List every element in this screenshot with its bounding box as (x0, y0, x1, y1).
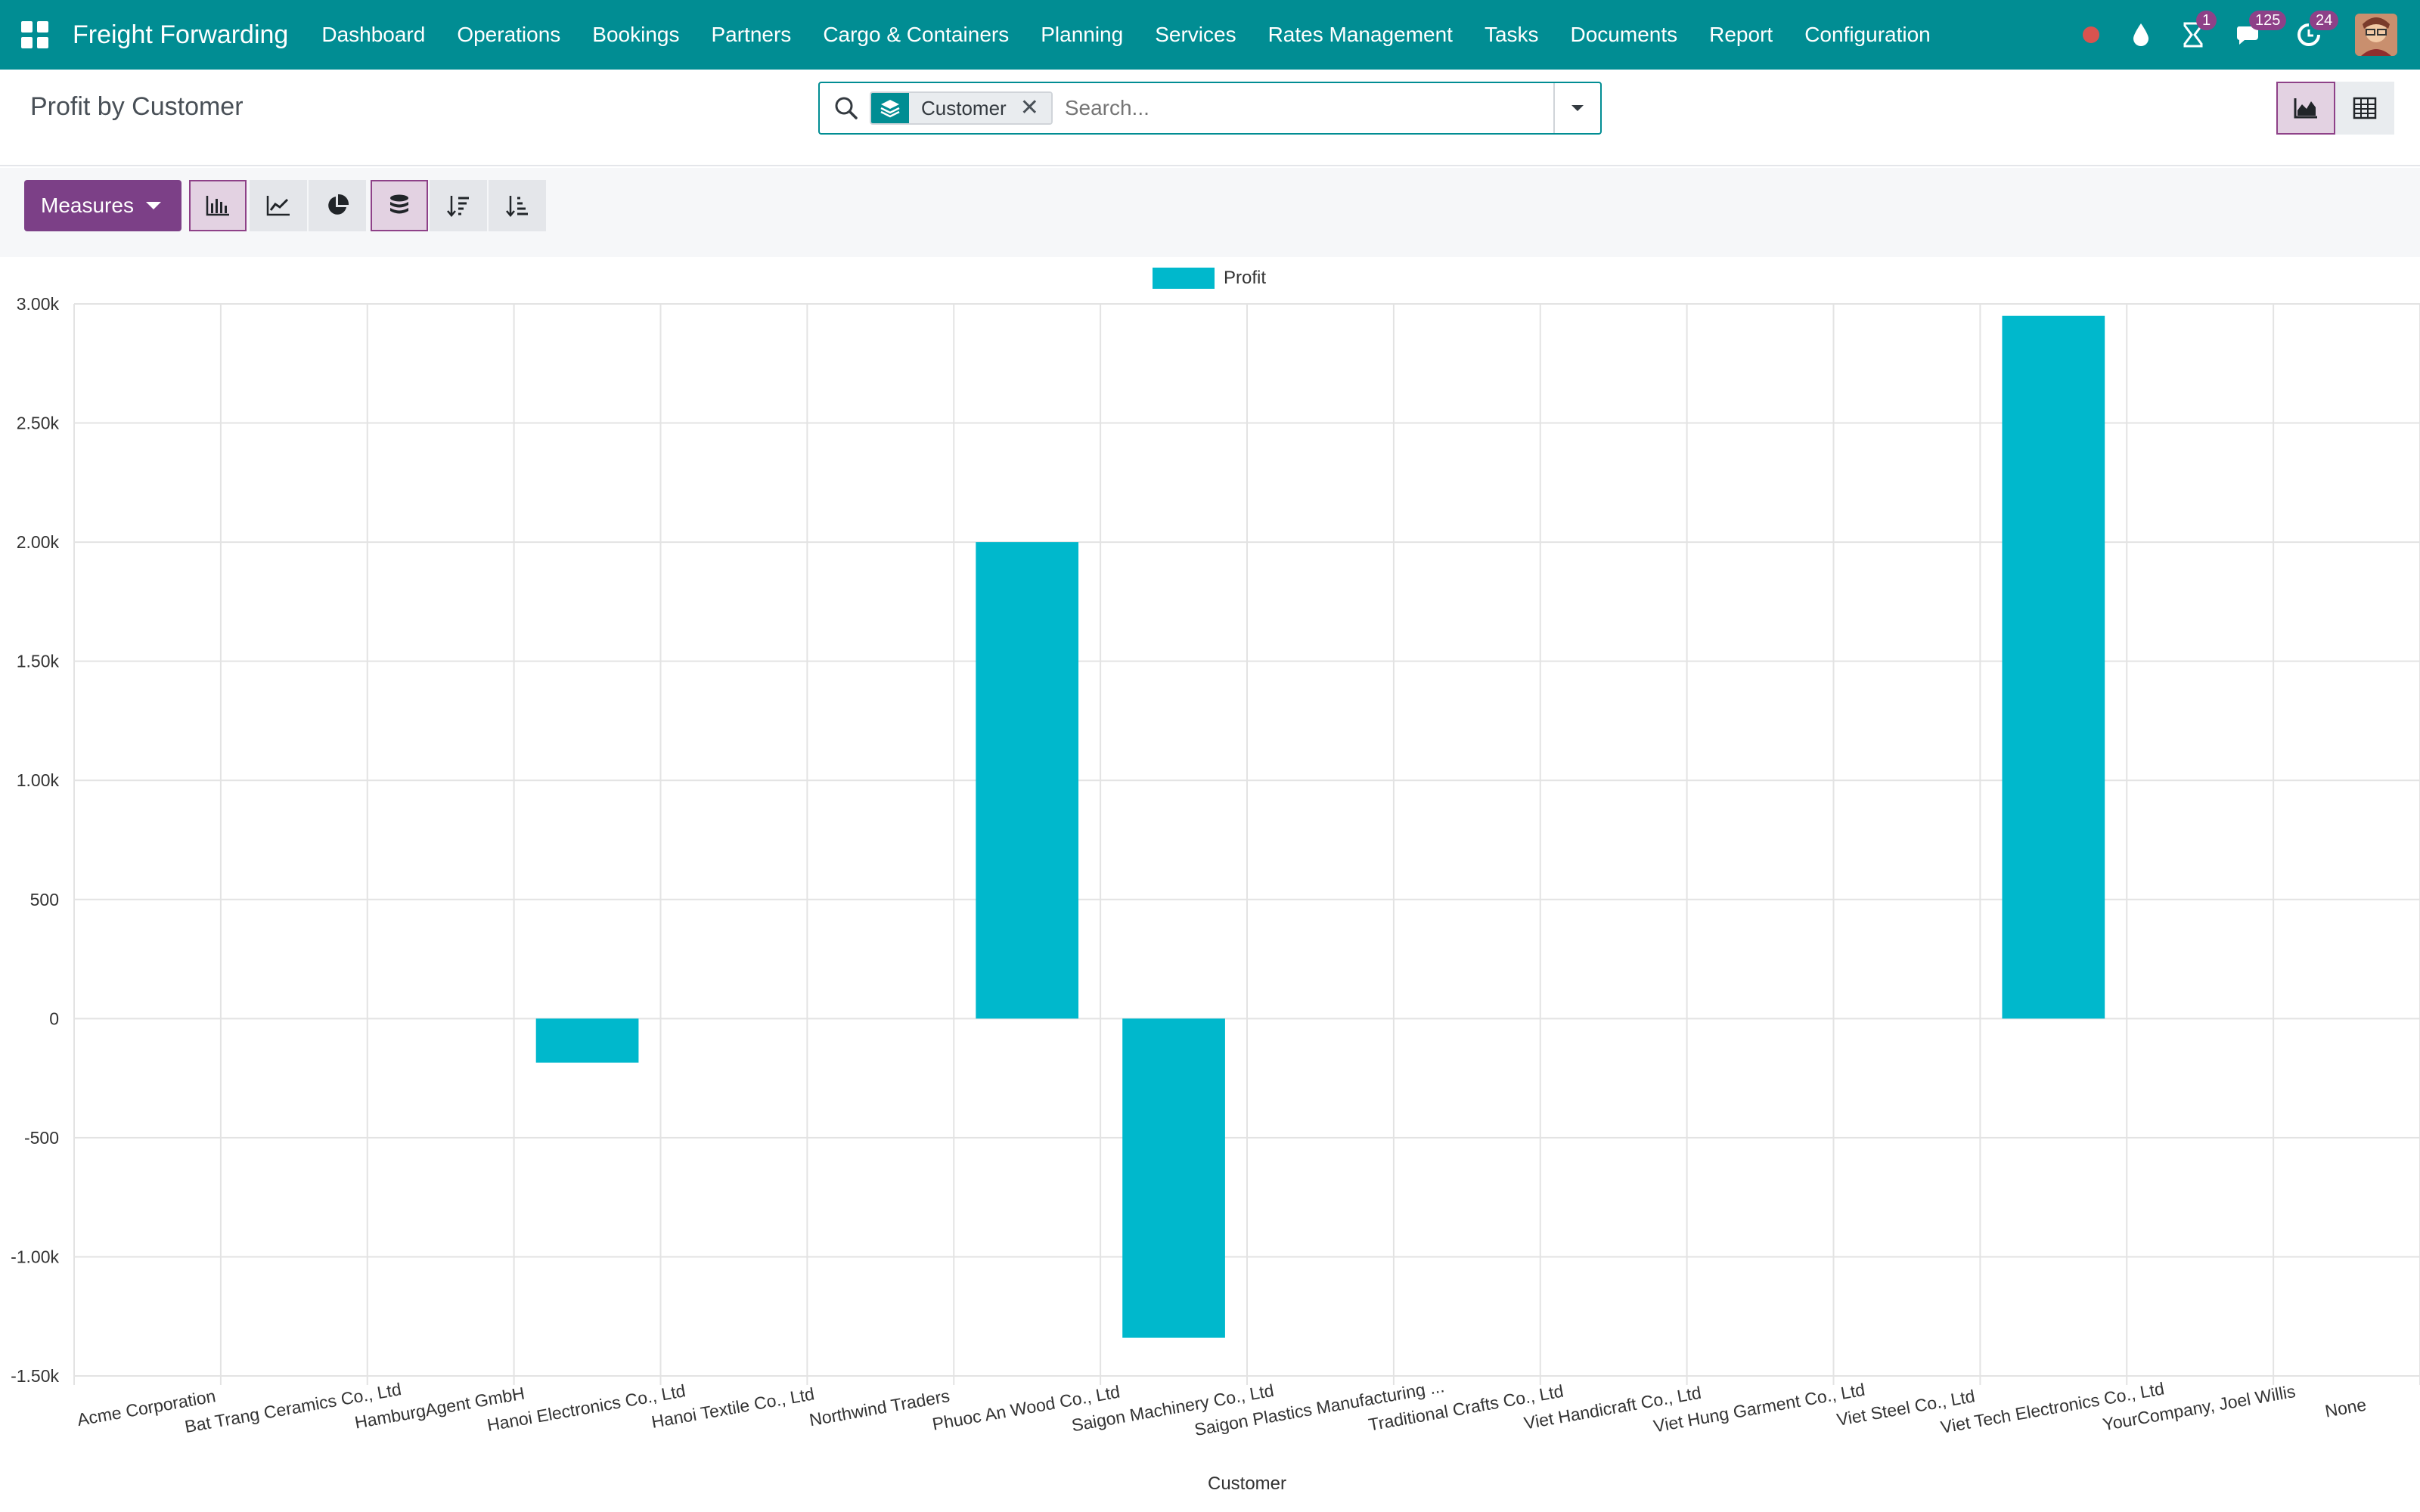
facet-label: Customer (909, 93, 1020, 123)
search-options-toggle[interactable] (1553, 83, 1600, 133)
menu-item-documents[interactable]: Documents (1571, 23, 1678, 47)
x-tick-label: None (2323, 1395, 2368, 1421)
y-tick-label: -1.50k (11, 1366, 59, 1386)
search-icon (835, 97, 858, 119)
y-tick-label: 2.50k (17, 414, 60, 433)
y-tick-label: 0 (49, 1009, 59, 1028)
messages-badge: 125 (2249, 11, 2287, 30)
bar-chart-icon (206, 196, 229, 216)
activity-badge: 1 (2196, 11, 2217, 30)
sort-descending-icon (447, 196, 469, 217)
bar-chart: -1.50k -1.00k -500 0 500 1.00k 1.50k 2.00k 2.50k… (11, 294, 2420, 1494)
menu-item-services[interactable]: Services (1155, 23, 1236, 47)
area-chart-icon (2294, 98, 2317, 119)
top-navbar: Freight Forwarding Dashboard Operations … (0, 0, 2420, 70)
menu-item-planning[interactable]: Planning (1041, 23, 1123, 47)
graph-container: Profit -1.50k -1.00k -500 0 500 1.00k 1.50k 2.0… (0, 257, 2420, 1512)
sort-ascending-button[interactable] (489, 180, 546, 231)
groupby-facet[interactable]: Customer ✕ (870, 91, 1053, 125)
apps-menu-icon[interactable] (21, 21, 48, 48)
menu-item-dashboard[interactable]: Dashboard (321, 23, 425, 47)
page-title: Profit by Customer (30, 92, 244, 121)
chart-bar[interactable] (976, 542, 1079, 1019)
recording-dot-icon[interactable] (2083, 20, 2099, 50)
line-chart-button[interactable] (250, 180, 307, 231)
caret-down-icon (145, 202, 161, 209)
line-chart-icon (266, 196, 290, 216)
y-tick-label: 3.00k (17, 294, 60, 314)
search-bar[interactable]: Customer ✕ (818, 82, 1602, 135)
chart-bar[interactable] (1122, 1018, 1225, 1338)
table-icon (2353, 97, 2377, 119)
graph-view-button[interactable] (2276, 82, 2335, 135)
facet-remove-icon[interactable]: ✕ (1019, 93, 1051, 123)
y-tick-label: -1.00k (11, 1247, 59, 1266)
menu-item-partners[interactable]: Partners (711, 23, 791, 47)
chart-bar[interactable] (2002, 315, 2105, 1019)
app-brand[interactable]: Freight Forwarding (73, 20, 288, 50)
menu-item-bookings[interactable]: Bookings (592, 23, 679, 47)
x-tick-label: Northwind Traders (808, 1386, 951, 1430)
bar-chart-button[interactable] (189, 180, 247, 231)
menu-item-rates-management[interactable]: Rates Management (1268, 23, 1453, 47)
activity-hourglass-icon[interactable]: 1 (2183, 11, 2217, 50)
user-avatar[interactable] (2355, 14, 2397, 56)
updates-badge: 24 (2310, 11, 2339, 30)
view-switcher (2276, 82, 2394, 135)
systray: 1 125 24 (2051, 0, 2397, 70)
menu-item-operations[interactable]: Operations (457, 23, 560, 47)
pie-chart-icon (328, 194, 349, 215)
updates-refresh-icon[interactable]: 24 (2296, 11, 2339, 50)
caret-down-icon (1571, 105, 1584, 111)
pie-chart-button[interactable] (309, 180, 366, 231)
graph-toolbar: Measures (0, 168, 2420, 257)
layers-icon (871, 93, 909, 123)
drop-icon[interactable] (2131, 20, 2151, 50)
measures-button[interactable]: Measures (24, 180, 182, 231)
y-tick-label: 500 (30, 890, 59, 909)
measures-label: Measures (41, 194, 134, 217)
chart-bar[interactable] (535, 1018, 639, 1063)
stacked-button[interactable] (371, 180, 428, 231)
menu-item-configuration[interactable]: Configuration (1804, 23, 1931, 47)
y-tick-label: 1.00k (17, 770, 60, 790)
y-tick-label: 1.50k (17, 652, 60, 671)
sort-ascending-icon (506, 196, 528, 217)
y-tick-label: 2.00k (17, 532, 60, 552)
database-stack-icon (390, 194, 408, 214)
menu-item-cargo-containers[interactable]: Cargo & Containers (823, 23, 1009, 47)
menu-item-report[interactable]: Report (1709, 23, 1773, 47)
control-panel: Profit by Customer Customer ✕ (0, 70, 2420, 166)
search-input[interactable] (1064, 96, 1534, 120)
pivot-view-button[interactable] (2335, 82, 2394, 135)
x-axis-title: Customer (1208, 1473, 1286, 1494)
messages-chat-icon[interactable]: 125 (2235, 11, 2287, 50)
main-menu: Dashboard Operations Bookings Partners C… (321, 23, 1962, 47)
menu-item-tasks[interactable]: Tasks (1485, 23, 1539, 47)
y-tick-label: -500 (24, 1128, 59, 1148)
sort-descending-button[interactable] (430, 180, 487, 231)
